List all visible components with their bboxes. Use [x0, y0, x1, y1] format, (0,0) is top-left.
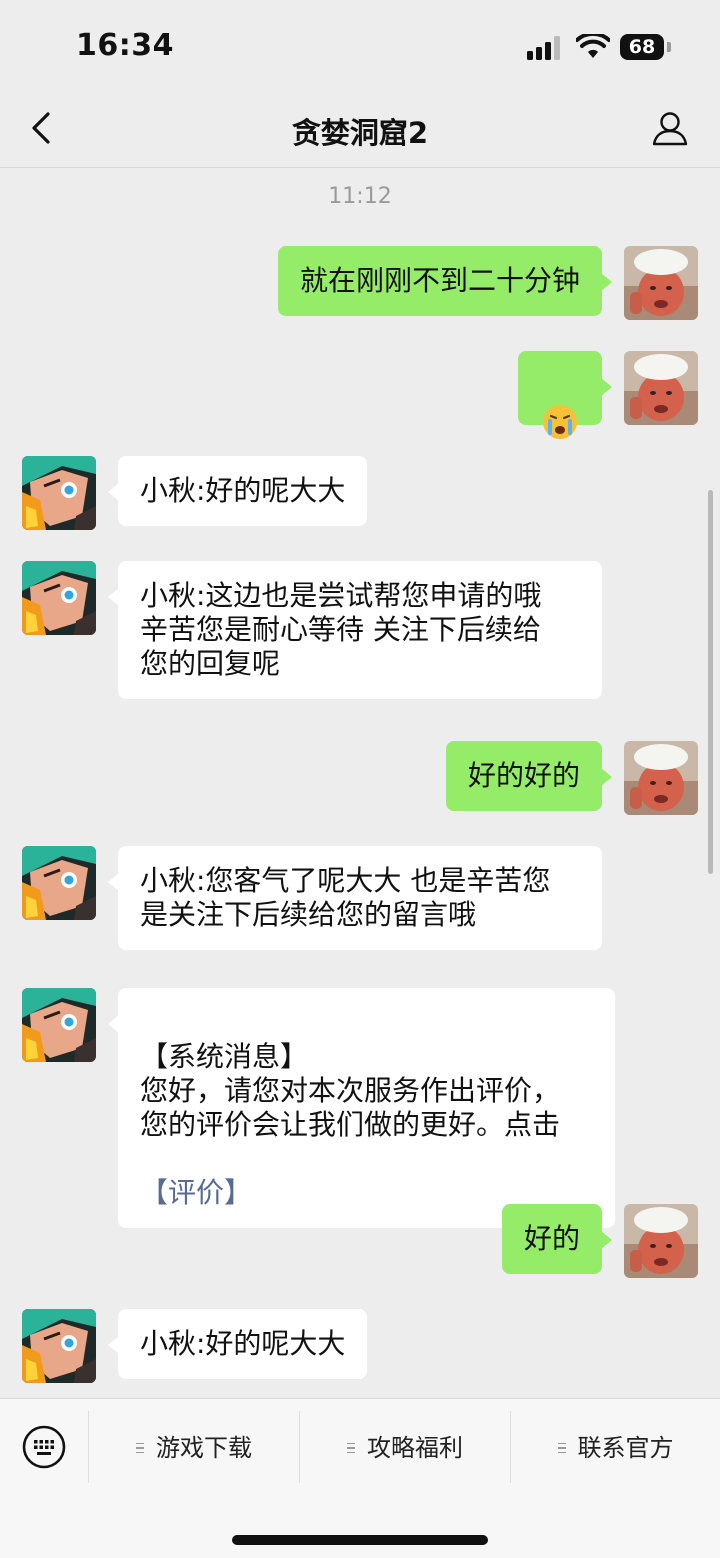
user-avatar[interactable] [624, 741, 698, 815]
keyboard-icon[interactable] [22, 1425, 66, 1469]
menu-label: 游戏下载 [156, 1434, 252, 1462]
message-bubble[interactable]: 好的 [501, 1204, 613, 1274]
battery-nub [667, 42, 671, 52]
scrollbar[interactable] [708, 490, 713, 874]
menu-label: 联系官方 [577, 1434, 674, 1462]
rating-link[interactable]: 【评价】 [140, 1176, 252, 1209]
agent-avatar[interactable] [22, 988, 96, 1062]
home-indicator[interactable] [232, 1535, 488, 1545]
battery-indicator: 68 [620, 34, 664, 60]
cellular-signal-icon [527, 36, 565, 60]
user-avatar[interactable] [624, 351, 698, 425]
message-bubble[interactable]: 小秋:这边也是尝试帮您申请的哦 辛苦您是耐心等待 关注下后续给 您的回复呢 [108, 561, 602, 699]
system-message-bubble: 【系统消息】 您好，请您对本次服务作出评价， 您的评价会让我们做的更好。点击 【… [108, 988, 615, 1228]
message-bubble[interactable]: 小秋:您客气了呢大大 也是辛苦您 是关注下后续给您的留言哦 [108, 846, 602, 950]
crying-face-emoji-icon [543, 405, 577, 439]
message-bubble[interactable]: 小秋:好的呢大大 [107, 456, 368, 526]
chat-area[interactable]: 11:12 就在刚刚不到二十分钟 小秋:好的呢大大 小秋:这边也是尝试帮您申请的… [0, 168, 720, 1398]
status-time: 16:34 [76, 28, 174, 63]
wifi-icon [576, 34, 610, 58]
bottom-menu-bar: 游戏下载 攻略福利 联系官方 [0, 1398, 720, 1558]
status-bar: 16:34 68 [0, 0, 720, 92]
agent-avatar[interactable] [22, 846, 96, 920]
profile-icon[interactable] [650, 108, 690, 148]
message-bubble[interactable]: 好的好的 [445, 741, 613, 811]
user-avatar[interactable] [624, 1204, 698, 1278]
system-message-text: 【系统消息】 您好，请您对本次服务作出评价， 您的评价会让我们做的更好。点击 [140, 1040, 561, 1141]
message-bubble[interactable]: 就在刚刚不到二十分钟 [277, 246, 613, 316]
menu-game-download[interactable]: 游戏下载 [89, 1429, 299, 1467]
agent-avatar[interactable] [22, 1309, 96, 1383]
message-bubble[interactable]: 小秋:好的呢大大 [107, 1309, 368, 1379]
menu-guides-rewards[interactable]: 攻略福利 [300, 1429, 510, 1467]
chat-title: 贪婪洞窟2 [291, 116, 429, 150]
menu-list-icon [557, 1443, 566, 1453]
agent-avatar[interactable] [22, 561, 96, 635]
agent-avatar[interactable] [22, 456, 96, 530]
nav-bar: 贪婪洞窟2 [0, 92, 720, 168]
user-avatar[interactable] [624, 246, 698, 320]
message-timestamp: 11:12 [328, 184, 392, 209]
emoji-bubble[interactable] [518, 351, 612, 439]
menu-contact-official[interactable]: 联系官方 [511, 1429, 720, 1467]
menu-list-icon [347, 1443, 355, 1453]
menu-label: 攻略福利 [367, 1434, 463, 1462]
menu-list-icon [136, 1443, 144, 1453]
